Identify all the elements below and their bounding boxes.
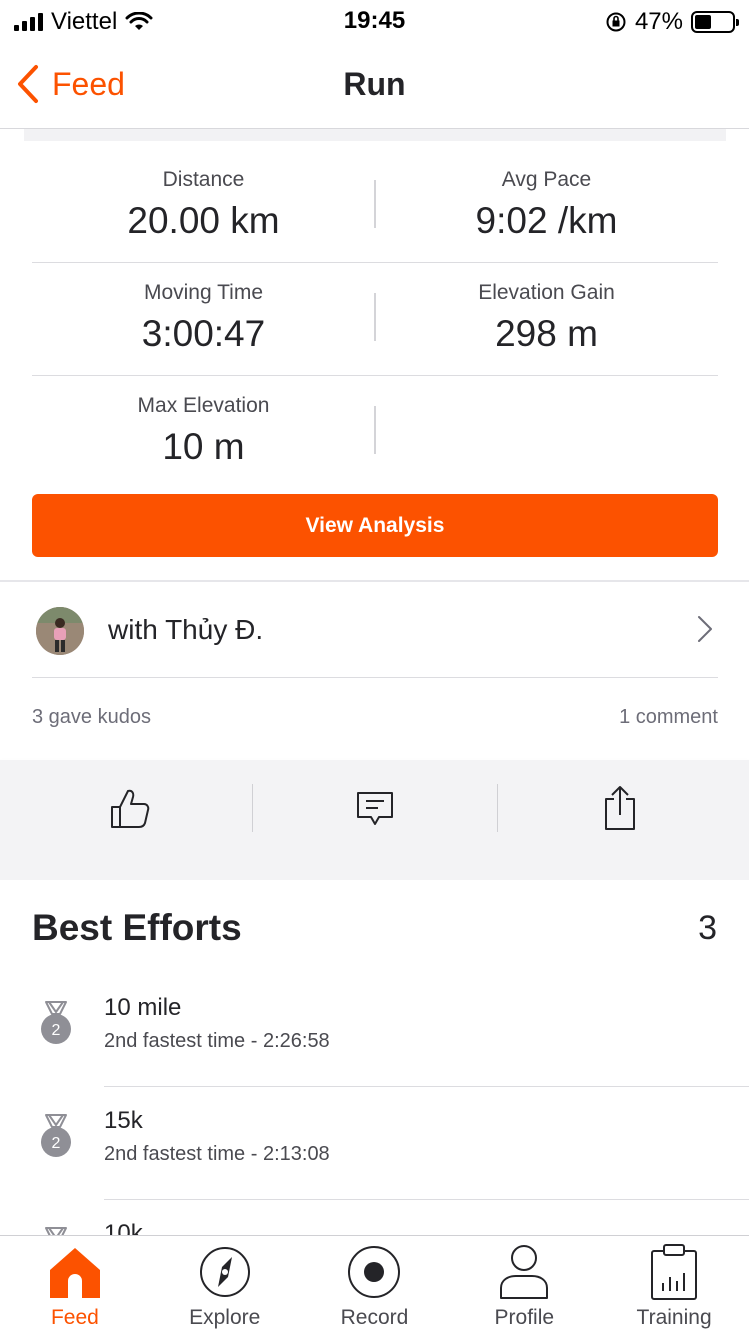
avatar: [36, 607, 84, 655]
stat-label: Distance: [162, 168, 245, 191]
best-efforts-title: Best Efforts: [32, 907, 242, 948]
stat-value: 10 m: [162, 426, 245, 467]
tab-label: Record: [340, 1306, 409, 1329]
map-bottom-edge: [24, 129, 726, 141]
divider: [32, 677, 718, 678]
stat-value: 298 m: [495, 313, 598, 354]
stat-label: Elevation Gain: [478, 281, 615, 304]
tab-bar: Feed Explore Record Profile Training: [0, 1235, 749, 1334]
kudos-count-link[interactable]: 3 gave kudos: [32, 706, 151, 729]
effort-detail: 2nd fastest time - 2:26:58: [104, 1030, 330, 1052]
comment-icon: [356, 792, 393, 825]
silver-medal-icon: 2: [41, 1114, 71, 1157]
tab-profile[interactable]: Profile: [449, 1236, 599, 1334]
share-button[interactable]: [495, 760, 744, 856]
action-bar: [0, 760, 749, 856]
social-summary: 3 gave kudos 1 comment: [32, 706, 718, 736]
stat-max-elevation: Max Elevation 10 m: [32, 376, 375, 489]
stat-elevation-gain: Elevation Gain 298 m: [375, 263, 718, 375]
battery-percent: 47%: [634, 8, 683, 35]
orientation-lock-icon: [606, 12, 626, 32]
section-gap: [0, 856, 749, 880]
tab-label: Profile: [494, 1306, 555, 1329]
stat-divider: [374, 406, 376, 454]
best-efforts-section: Best Efforts 3 2 10 mile 2nd fastest tim…: [0, 880, 749, 1240]
stat-distance: Distance 20.00 km: [32, 150, 375, 262]
stat-divider: [374, 180, 376, 228]
home-icon: [47, 1244, 103, 1300]
best-effort-item[interactable]: 2 10k: [0, 1200, 749, 1240]
stat-avg-pace: Avg Pace 9:02 /km: [375, 150, 718, 262]
best-effort-item[interactable]: 2 15k 2nd fastest time - 2:13:08: [0, 1087, 749, 1200]
tab-label: Training: [636, 1306, 712, 1329]
tab-label: Feed: [50, 1306, 99, 1329]
medal-rank: 2: [52, 1022, 61, 1039]
page-title: Run: [343, 66, 406, 102]
stat-label: Max Elevation: [137, 394, 270, 417]
with-athlete-row[interactable]: with Thủy Đ.: [0, 582, 749, 678]
comment-button[interactable]: [250, 760, 499, 856]
stats-row: Moving Time 3:00:47 Elevation Gain 298 m: [32, 263, 718, 376]
status-right: 47%: [605, 8, 739, 36]
kudos-button[interactable]: [5, 760, 254, 856]
best-effort-item[interactable]: 2 10 mile 2nd fastest time - 2:26:58: [0, 974, 749, 1087]
tab-label: Explore: [189, 1306, 261, 1329]
stat-value: 20.00 km: [127, 200, 280, 241]
comment-count-link[interactable]: 1 comment: [619, 706, 718, 729]
navigation-bar: Feed Run: [0, 44, 749, 129]
effort-name: 15k: [104, 1107, 143, 1134]
thumbs-up-icon: [110, 789, 149, 828]
medal-rank: 2: [52, 1135, 61, 1152]
stat-label: Avg Pace: [501, 168, 592, 191]
stat-moving-time: Moving Time 3:00:47: [32, 263, 375, 375]
tab-feed[interactable]: Feed: [0, 1236, 150, 1334]
stat-value: 9:02 /km: [475, 200, 618, 241]
stat-divider: [374, 293, 376, 341]
silver-medal-icon: 2: [41, 1001, 71, 1044]
best-efforts-count: 3: [698, 909, 717, 947]
effort-detail: 2nd fastest time - 2:13:08: [104, 1143, 330, 1165]
tab-explore[interactable]: Explore: [150, 1236, 300, 1334]
training-icon: [646, 1244, 702, 1300]
tab-training[interactable]: Training: [599, 1236, 749, 1334]
stats-row: Max Elevation 10 m: [32, 376, 718, 489]
tab-record[interactable]: Record: [300, 1236, 450, 1334]
battery-icon: [691, 11, 739, 33]
stats-row: Distance 20.00 km Avg Pace 9:02 /km: [32, 150, 718, 263]
status-bar: Viettel 19:45 47%: [0, 0, 749, 44]
with-athlete-label: with Thủy Đ.: [108, 614, 264, 645]
view-analysis-button[interactable]: View Analysis: [32, 494, 718, 557]
stat-empty: [375, 376, 718, 489]
record-icon: [346, 1244, 402, 1300]
effort-name: 10 mile: [104, 994, 182, 1021]
stat-label: Moving Time: [143, 281, 264, 304]
profile-icon: [496, 1244, 552, 1300]
share-icon: [604, 786, 635, 830]
chevron-right-icon: [698, 616, 712, 642]
stat-value: 3:00:47: [141, 313, 266, 354]
activity-stats: Distance 20.00 km Avg Pace 9:02 /km Movi…: [32, 150, 718, 489]
compass-icon: [197, 1244, 253, 1300]
